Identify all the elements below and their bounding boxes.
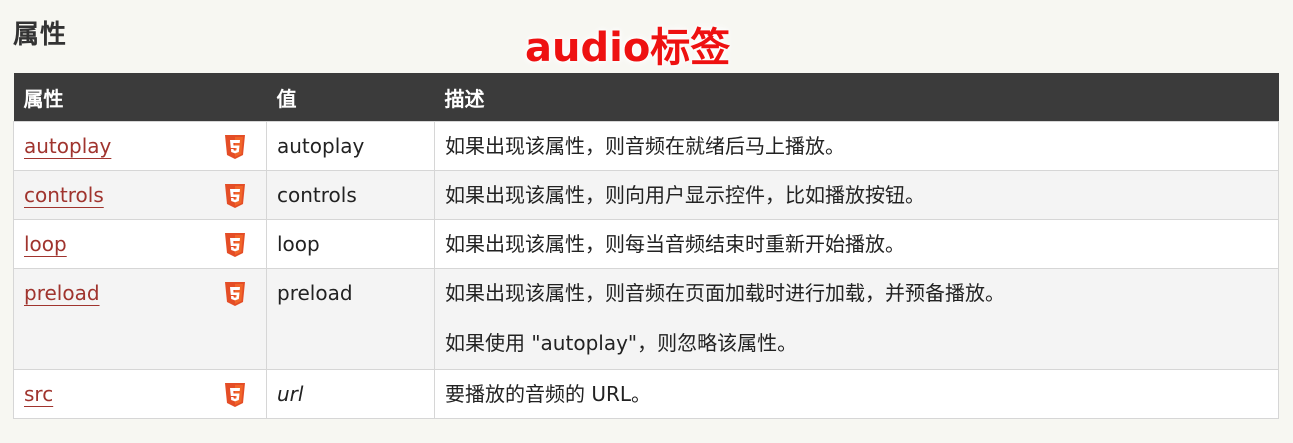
attribute-cell: src: [13, 369, 267, 419]
header-attribute: 属性: [13, 73, 267, 122]
html5-icon: [225, 233, 245, 257]
description-cell: 如果出现该属性，则向用户显示控件，比如播放按钮。: [434, 170, 1279, 220]
description-text: 如果出现该属性，则向用户显示控件，比如播放按钮。: [445, 183, 925, 207]
table-row: controls controls 如果出现该属性，则向用户显示控件，比如播放按…: [13, 170, 1279, 220]
html5-icon: [225, 184, 245, 208]
html5-icon: [225, 135, 245, 159]
overlay-title: audio标签: [525, 25, 731, 71]
attribute-cell: controls: [13, 170, 267, 220]
section-title: 属性: [13, 20, 68, 50]
attribute-cell: loop: [13, 219, 267, 269]
table-row: preload preload 如果出现该属性，则音频在页面加载时进行加载，并预…: [13, 268, 1279, 370]
table-row: src url 要播放的音频的 URL。: [13, 369, 1279, 419]
value-cell: preload: [266, 268, 435, 370]
value-cell: loop: [266, 219, 435, 269]
attribute-link-controls[interactable]: controls: [24, 183, 104, 207]
attribute-link-autoplay[interactable]: autoplay: [24, 134, 111, 158]
description-text: 如果出现该属性，则音频在页面加载时进行加载，并预备播放。: [445, 281, 1005, 305]
value-cell: controls: [266, 170, 435, 220]
html5-icon: [225, 282, 245, 306]
table-row: autoplay autoplay 如果出现该属性，则音频在就绪后马上播放。: [13, 121, 1279, 171]
description-cell: 如果出现该属性，则每当音频结束时重新开始播放。: [434, 219, 1279, 269]
description-text: 如果使用 "autoplay"，则忽略该属性。: [445, 331, 798, 355]
description-text: 如果出现该属性，则音频在就绪后马上播放。: [445, 134, 845, 158]
attribute-link-preload[interactable]: preload: [24, 281, 100, 305]
header-value: 值: [266, 73, 435, 122]
value-cell: url: [266, 369, 435, 419]
attributes-table: 属性 值 描述 autoplay autoplay 如果出现该属性，则音频在就绪…: [13, 73, 1279, 419]
description-text: 如果出现该属性，则每当音频结束时重新开始播放。: [445, 232, 905, 256]
description-cell: 如果出现该属性，则音频在页面加载时进行加载，并预备播放。 如果使用 "autop…: [434, 268, 1279, 370]
table-header-row: 属性 值 描述: [13, 73, 1279, 122]
value-cell: autoplay: [266, 121, 435, 171]
attribute-cell: autoplay: [13, 121, 267, 171]
header-description: 描述: [434, 73, 1279, 122]
attribute-link-loop[interactable]: loop: [24, 232, 67, 256]
table-row: loop loop 如果出现该属性，则每当音频结束时重新开始播放。: [13, 219, 1279, 269]
html5-icon: [225, 383, 245, 407]
description-cell: 要播放的音频的 URL。: [434, 369, 1279, 419]
description-text: 要播放的音频的 URL。: [445, 382, 652, 406]
description-cell: 如果出现该属性，则音频在就绪后马上播放。: [434, 121, 1279, 171]
attribute-link-src[interactable]: src: [24, 382, 53, 406]
attribute-cell: preload: [13, 268, 267, 370]
